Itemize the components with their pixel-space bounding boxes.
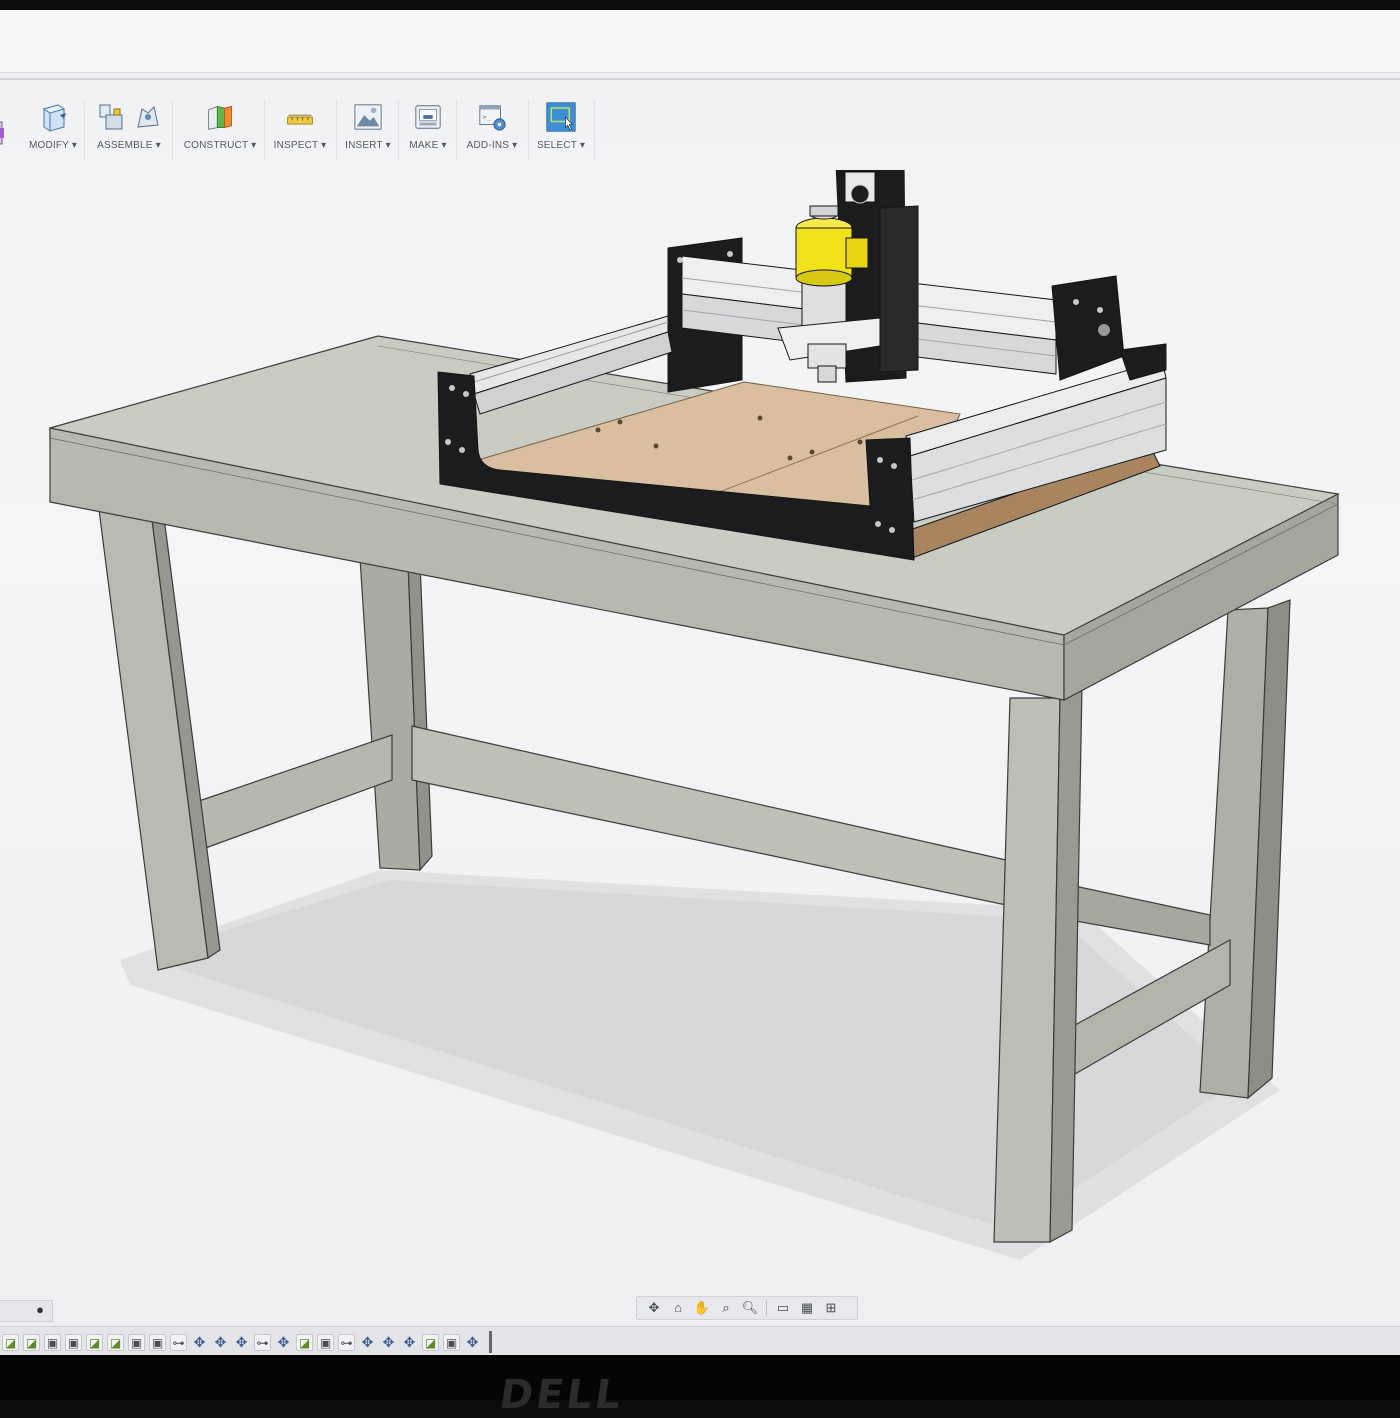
select-menu[interactable]: SELECT ▾ xyxy=(532,94,590,164)
inspect-label: INSPECT ▾ xyxy=(273,140,327,151)
timeline-joint-icon[interactable]: ⊶ xyxy=(338,1333,355,1351)
modify-menu[interactable]: MODIFY ▾ xyxy=(22,94,84,164)
add-ins-label: ADD-INS ▾ xyxy=(466,140,518,151)
monitor-bezel xyxy=(0,1355,1400,1400)
select-icon xyxy=(546,102,576,132)
expand-dot-icon[interactable]: ● xyxy=(36,1302,44,1317)
ground-shadow xyxy=(120,870,1280,1260)
timeline-move-icon[interactable]: ✥ xyxy=(359,1334,376,1351)
modify-icon xyxy=(42,104,66,132)
construct-menu[interactable]: CONSTRUCT ▾ xyxy=(178,94,262,164)
timeline-sketch-icon[interactable]: ◪ xyxy=(107,1333,124,1351)
timeline-marker[interactable] xyxy=(489,1331,492,1353)
timeline-move-icon[interactable]: ✥ xyxy=(380,1334,397,1351)
viewports-icon[interactable]: ⊞ xyxy=(820,1299,842,1317)
inspect-icon xyxy=(287,114,313,125)
insert-label: INSERT ▾ xyxy=(345,140,391,151)
insert-menu[interactable]: INSERT ▾ xyxy=(340,94,396,164)
add-ins-menu[interactable]: >_ ADD-INS ▾ xyxy=(460,94,524,164)
timeline-move-icon[interactable]: ✥ xyxy=(464,1334,481,1351)
insert-icon xyxy=(354,104,382,130)
browser-panel-collapsed[interactable]: ● xyxy=(0,1300,53,1322)
assemble-icon xyxy=(99,104,123,130)
timeline-extrude-icon[interactable]: ▣ xyxy=(128,1333,145,1351)
title-bar xyxy=(0,10,1400,73)
timeline-move-icon[interactable]: ✥ xyxy=(233,1334,250,1351)
timeline-move-icon[interactable]: ✥ xyxy=(191,1334,208,1351)
make-icon xyxy=(415,105,441,129)
divider xyxy=(0,78,1400,80)
make-label: MAKE ▾ xyxy=(409,140,447,151)
assemble-label: ASSEMBLE ▾ xyxy=(97,140,161,151)
add-ins-icon: >_ xyxy=(479,105,506,131)
pan-hand-icon[interactable]: ✋ xyxy=(691,1299,713,1317)
look-at-icon[interactable]: ⌂ xyxy=(667,1299,689,1317)
timeline-sketch-icon[interactable]: ◪ xyxy=(23,1333,40,1351)
select-label: SELECT ▾ xyxy=(536,140,586,151)
timeline-joint-icon[interactable]: ⊶ xyxy=(170,1333,187,1351)
zoom-icon[interactable]: 🔍︎ xyxy=(739,1299,761,1317)
navigation-bar: ✥ ⌂ ✋ ⌕ 🔍︎ ▭ ▦ ⊞ xyxy=(636,1296,858,1320)
joint-icon xyxy=(137,106,159,128)
construct-icon xyxy=(208,105,232,130)
design-timeline: ◪ ◪ ▣ ▣ ◪ ◪ ▣ ▣ ⊶ ✥ ✥ ✥ ⊶ ✥ ◪ ▣ ⊶ ✥ ✥ ✥ … xyxy=(0,1326,1400,1355)
display-settings-icon[interactable]: ▭ xyxy=(772,1299,794,1317)
timeline-move-icon[interactable]: ✥ xyxy=(401,1334,418,1351)
monitor-logo: DELL xyxy=(496,1372,627,1418)
timeline-move-icon[interactable]: ✥ xyxy=(212,1334,229,1351)
cnc-machine xyxy=(437,170,1167,561)
timeline-extrude-icon[interactable]: ▣ xyxy=(443,1333,460,1351)
timeline-extrude-icon[interactable]: ▣ xyxy=(65,1333,82,1351)
ribbon-toolbar: MODIFY ▾ ASSEMBLE ▾ CONSTRUCT ▾ INSPECT … xyxy=(0,94,600,168)
fusion-window: MODIFY ▾ ASSEMBLE ▾ CONSTRUCT ▾ INSPECT … xyxy=(0,10,1400,1355)
timeline-move-icon[interactable]: ✥ xyxy=(275,1334,292,1351)
timeline-extrude-icon[interactable]: ▣ xyxy=(317,1333,334,1351)
timeline-joint-icon[interactable]: ⊶ xyxy=(254,1333,271,1351)
3d-viewport[interactable] xyxy=(0,170,1400,1290)
assemble-menu[interactable]: ASSEMBLE ▾ xyxy=(88,94,170,164)
create-icon[interactable] xyxy=(0,116,8,148)
construct-label: CONSTRUCT ▾ xyxy=(183,140,257,151)
grid-icon[interactable]: ▦ xyxy=(796,1299,818,1317)
inspect-menu[interactable]: INSPECT ▾ xyxy=(268,94,332,164)
timeline-sketch-icon[interactable]: ◪ xyxy=(2,1333,19,1351)
timeline-sketch-icon[interactable]: ◪ xyxy=(86,1333,103,1351)
orbit-icon[interactable]: ✥ xyxy=(643,1299,665,1317)
make-menu[interactable]: MAKE ▾ xyxy=(402,94,454,164)
modify-label: MODIFY ▾ xyxy=(28,140,78,151)
svg-text:>_: >_ xyxy=(483,113,491,121)
zoom-window-icon[interactable]: ⌕ xyxy=(715,1299,737,1317)
timeline-extrude-icon[interactable]: ▣ xyxy=(149,1333,166,1351)
timeline-sketch-icon[interactable]: ◪ xyxy=(296,1333,313,1351)
timeline-sketch-icon[interactable]: ◪ xyxy=(422,1333,439,1351)
timeline-extrude-icon[interactable]: ▣ xyxy=(44,1333,61,1351)
